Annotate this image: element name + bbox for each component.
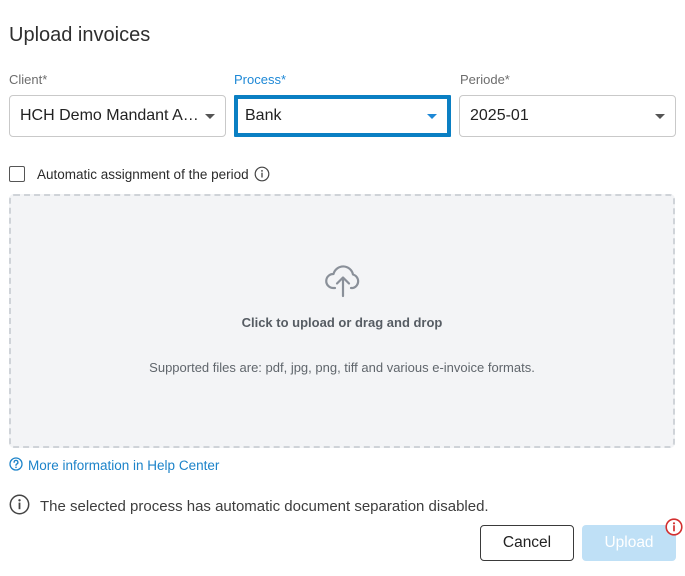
chevron-down-icon [205, 113, 215, 119]
auto-assign-checkbox[interactable] [9, 166, 25, 182]
chevron-down-icon [427, 113, 437, 119]
dropzone-title: Click to upload or drag and drop [241, 315, 443, 330]
cloud-upload-icon [324, 262, 362, 303]
upload-button[interactable]: Upload [582, 525, 676, 561]
dropzone-hint: Supported files are: pdf, jpg, png, tiff… [149, 360, 535, 375]
periode-label: Periode* [460, 72, 510, 87]
help-center-link[interactable]: More information in Help Center [9, 457, 219, 474]
alert-info-icon [665, 518, 683, 541]
client-label: Client* [9, 72, 48, 87]
help-circle-icon [9, 457, 23, 474]
cancel-button[interactable]: Cancel [480, 525, 574, 561]
client-select-value: HCH Demo Mandant AG... [20, 107, 201, 124]
auto-assign-label[interactable]: Automatic assignment of the period [37, 167, 249, 182]
separation-notice-text: The selected process has automatic docum… [40, 498, 489, 515]
process-select[interactable]: Bank [234, 95, 451, 137]
periode-select[interactable]: 2025-01 [459, 95, 676, 137]
dialog-title: Upload invoices [9, 24, 151, 46]
separation-notice: The selected process has automatic docum… [9, 494, 489, 519]
file-dropzone[interactable]: Click to upload or drag and drop Support… [9, 194, 675, 448]
periode-select-value: 2025-01 [470, 107, 529, 124]
process-select-value: Bank [245, 107, 282, 124]
info-icon [9, 494, 30, 519]
auto-assign-row: Automatic assignment of the period [9, 166, 270, 182]
help-center-link-label: More information in Help Center [28, 458, 220, 473]
process-label: Process* [234, 72, 287, 87]
info-icon[interactable] [254, 166, 270, 182]
chevron-down-icon [655, 113, 665, 119]
client-select[interactable]: HCH Demo Mandant AG... [9, 95, 226, 137]
